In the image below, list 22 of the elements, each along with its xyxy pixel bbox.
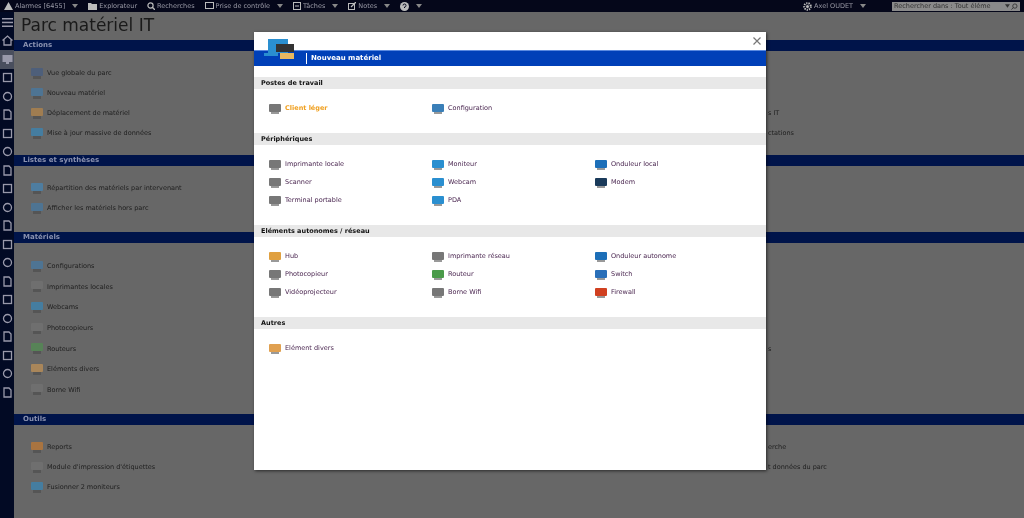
page-title: Parc matériel IT — [20, 14, 156, 37]
monitor-icon — [1, 53, 13, 65]
close-button[interactable] — [753, 37, 762, 46]
monitor-icon — [431, 157, 445, 171]
computer-icon — [431, 101, 445, 115]
warning-icon — [4, 2, 13, 10]
clipboard-icon — [293, 2, 302, 10]
gear-icon — [803, 1, 813, 11]
monitor-icon — [30, 480, 44, 494]
monitor-icon — [30, 126, 44, 140]
close-icon — [753, 37, 761, 45]
home-icon — [1, 35, 13, 47]
menu-icon — [1, 16, 13, 28]
computer-icon — [30, 201, 44, 215]
pencil-icon — [348, 2, 357, 10]
folder-icon — [88, 2, 98, 10]
search-icon — [1011, 2, 1018, 10]
caret-icon — [1005, 4, 1011, 8]
computer-icon — [30, 259, 44, 273]
caret-icon — [860, 4, 866, 8]
search-icon — [147, 2, 156, 10]
computer-icon — [30, 86, 44, 100]
